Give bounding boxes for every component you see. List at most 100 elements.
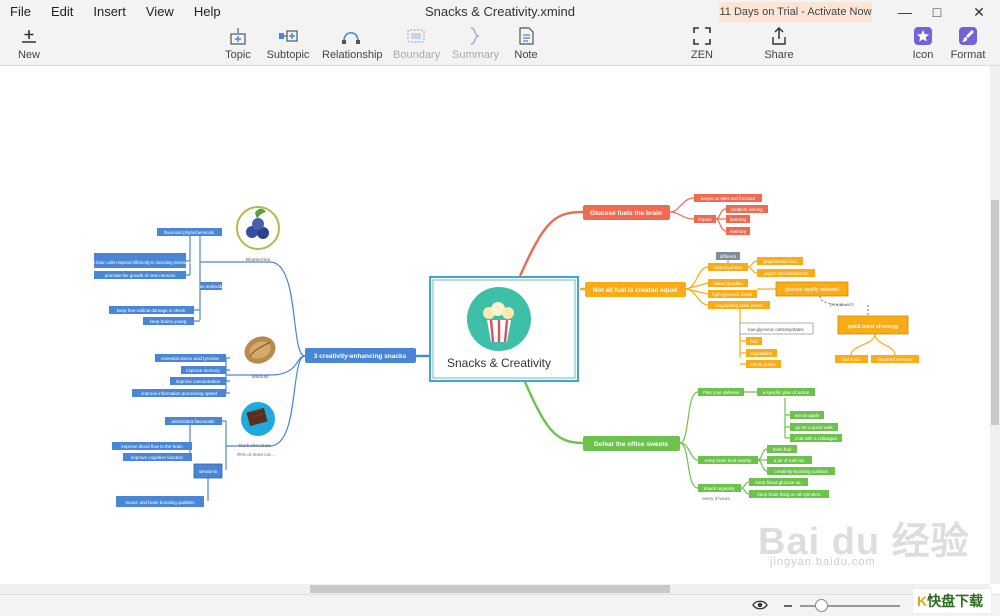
note-button[interactable]: Note [512,26,540,61]
node-fruit[interactable]: fruit [750,339,758,344]
eye-icon[interactable] [752,599,768,611]
node-memory[interactable]: memory [730,229,747,234]
horizontal-scroll-thumb[interactable] [310,585,670,593]
relationship-button[interactable]: Relationship [322,26,383,61]
node-blood-flow[interactable]: improve blood flow to the brain [121,444,183,449]
zen-button[interactable]: ZEN [688,26,716,61]
node-fresh-fruit[interactable]: fresh fruit [773,447,793,452]
node-impact[interactable]: impact [698,217,712,222]
node-improve-memory[interactable]: improve memory [186,368,220,373]
menu-help[interactable]: Help [184,0,231,24]
node-plan-defense[interactable]: Plan your defense [703,390,740,395]
menu-file[interactable]: File [0,0,41,24]
baidu-watermark-url: jingyan.baidu.com [770,556,876,568]
node-carbohydrates[interactable]: carbohydrates [714,265,743,270]
corner-logo-text: 快盘下载 [927,593,984,609]
node-snack-regularly[interactable]: Snack regularly [703,486,735,491]
maximize-icon[interactable]: □ [920,0,954,24]
share-label: Share [764,49,794,61]
status-bar [0,594,1000,616]
node-long-lasting[interactable]: long-lasting brain power [715,303,763,308]
node-problem-solving[interactable]: problem solving [731,207,763,212]
node-keep-food-nearby[interactable]: Keep brain food nearby [705,458,753,463]
branch-glucose-label[interactable]: Glucose fuels the brain [590,210,662,217]
zoom-slider-handle[interactable] [815,599,828,612]
central-topic-label: Snacks & Creativity [447,356,551,370]
vertical-scroll-thumb[interactable] [991,200,999,425]
node-brain-firing[interactable]: keep brain firing on all cylinders [757,492,821,497]
node-different[interactable]: different [720,254,737,259]
node-serotonin[interactable]: serotonin [199,469,218,474]
star-icon [914,27,932,45]
node-antioxidants[interactable]: act as antioxidants [192,284,230,289]
relationship-label: Relationship [322,49,383,61]
menu-edit[interactable]: Edit [41,0,83,24]
label-every-3-hours: every 3 hours [702,496,730,501]
label-walnuts: Walnuts [251,374,269,380]
close-icon[interactable]: ✕ [962,0,996,24]
node-brains-young[interactable]: keep brains young [150,319,187,324]
node-whole-grains[interactable]: whole grains [750,362,776,367]
node-fast-food[interactable]: fast food [842,357,860,362]
zoom-out-icon[interactable] [784,605,792,607]
title-bar: File Edit Insert View Help Snacks & Crea… [0,0,1000,24]
node-alert-focused[interactable]: keeps us alert and focused [701,196,755,201]
topic-button[interactable]: Topic [223,26,253,61]
topic-icon [230,28,246,45]
label-cocoa: 70% or more coc... [237,452,276,457]
paintbrush-icon [959,27,977,45]
node-creativity-combos[interactable]: creativity-boosting combos [774,469,828,474]
subtopic-label: Subtopic [266,49,310,61]
new-button[interactable]: New [14,26,44,61]
summary-button[interactable]: Summary [452,26,499,61]
node-gingerbread[interactable]: gingerbread man [763,259,798,264]
branch-sweets-label[interactable]: Defeat the office sweets [594,441,668,448]
trial-banner[interactable]: 11 Days on Trial - Activate Now [719,2,872,22]
node-high-glycemic[interactable]: high-glycemic foods [712,292,753,297]
relationship-icon [342,31,360,44]
node-learning[interactable]: learning [730,217,747,222]
node-improve-concentration[interactable]: improve concentration [176,379,221,384]
branch-fuel-label[interactable]: Not all fuel is created equal [593,287,677,294]
boundary-button[interactable]: Boundary [393,26,440,61]
share-icon [772,26,786,45]
note-label: Note [514,49,538,61]
new-label: New [17,49,40,61]
node-amino-acid[interactable]: essential amino acid tyrosine [161,356,219,361]
menu-view[interactable]: View [136,0,184,24]
node-eat-apple[interactable]: eat an apple [795,413,820,418]
share-button[interactable]: Share [764,26,794,61]
node-baked-goodies[interactable]: baked goodies [713,281,743,286]
icon-label: Icon [912,49,934,61]
icon-button[interactable]: Icon [910,26,936,61]
node-glucose-rapid[interactable]: glucose rapidly released [785,287,839,293]
node-antioxidant-flavonoids[interactable]: antioxidant flavonoids [171,419,215,424]
node-flavonoid[interactable]: flavonoid phytochemicals [164,230,215,235]
label-dark-chocolate: Dark chocolate [239,443,271,449]
node-trail-mix[interactable]: a jar of trail mix [774,458,805,463]
branch-snacks-label[interactable]: 3 creativity-enhancing snacks [314,353,407,360]
format-button[interactable]: Format [950,26,986,61]
node-yogurt[interactable]: yogurt and blueberries [764,271,810,276]
mindmap-canvas[interactable]: Snacks & Creativity Glucose fuels the br… [0,66,990,584]
menu-insert[interactable]: Insert [83,0,136,24]
node-plan-of-action[interactable]: a specific plan of action [763,390,810,395]
node-processing-speed[interactable]: improve information processing speed [141,391,218,396]
minimize-icon[interactable]: — [888,0,922,24]
node-free-radical[interactable]: keep free-radical damage in check [117,308,187,313]
node-glucose-up[interactable]: keep blood glucose up [755,480,801,485]
node-quick-burst[interactable]: quick burst of energy [848,324,899,330]
new-icon [22,30,36,43]
node-chat-colleague[interactable]: chat with a colleague [795,436,838,441]
node-mood-boosting[interactable]: mood- and brain-boosting qualities [125,500,195,505]
node-respond[interactable]: help brain cells respond efficiently to … [87,260,193,265]
node-impaired-memory[interactable]: impaired memory [878,357,914,362]
node-neurons[interactable]: promote the growth of new neurons [105,273,177,278]
node-low-glycemic[interactable]: low-glycemic carbohydrates [748,327,804,332]
boundary-icon [407,29,425,43]
node-quick-walk[interactable]: go for a quick walk [795,425,833,430]
subtopic-button[interactable]: Subtopic [266,26,310,61]
node-vegetables[interactable]: vegetables [750,351,773,356]
node-cognitive-function[interactable]: improve cognitive function [131,455,184,460]
label-blueberries: Blueberries [246,257,271,263]
